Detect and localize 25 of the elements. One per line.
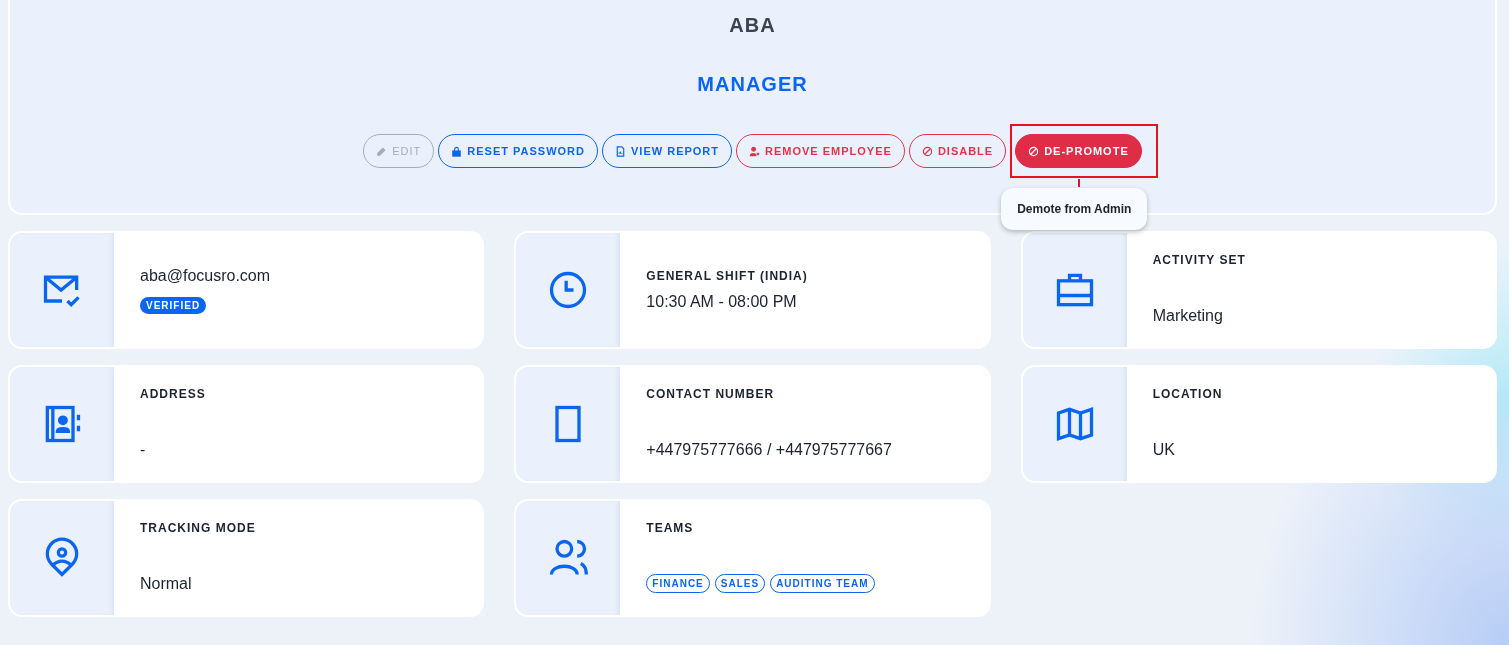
user-remove-icon (749, 145, 761, 157)
field-value: Normal (140, 575, 193, 593)
employee-role: MANAGER (697, 73, 808, 96)
field-value: +447975777666 / +447975777667 (646, 441, 892, 459)
tooltip: Demote from Admin (1001, 188, 1148, 230)
field-label: LOCATION (1152, 387, 1223, 401)
pencil-icon (376, 145, 388, 157)
field-value: aba@focusro.com (140, 266, 271, 285)
field-label: GENERAL SHIFT (INDIA) (646, 269, 808, 283)
ban-icon (921, 145, 933, 157)
field-label: ADDRESS (140, 387, 206, 401)
verified-badge: VERIFIED (140, 296, 207, 314)
employee-name: ABA (729, 14, 776, 37)
field-value: Marketing (1152, 307, 1224, 325)
field-label: CONTACT NUMBER (646, 387, 776, 401)
field-value: UK (1152, 441, 1176, 459)
document-icon (615, 145, 626, 157)
field-label: TRACKING MODE (140, 521, 256, 535)
field-value: - (140, 441, 147, 459)
field-label: ACTIVITY SET (1152, 253, 1246, 267)
ban-icon (1028, 145, 1040, 157)
field-label: TEAMS (646, 521, 695, 535)
action-button[interactable]: DE-PROMOTE (1015, 134, 1142, 168)
lock-icon (451, 145, 463, 157)
field-value: 10:30 AM - 08:00 PM (646, 293, 798, 311)
